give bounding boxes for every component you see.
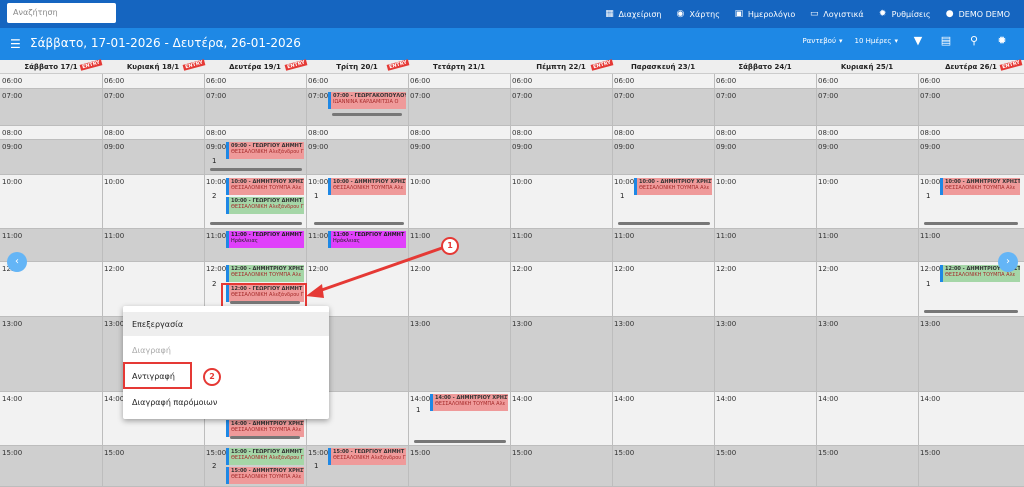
callout-badge-2: 2 — [203, 368, 221, 386]
callout-arrow — [306, 246, 443, 298]
callout-badge-1: 1 — [441, 237, 459, 255]
arrow-head — [306, 284, 324, 298]
arrow-line — [315, 246, 443, 294]
